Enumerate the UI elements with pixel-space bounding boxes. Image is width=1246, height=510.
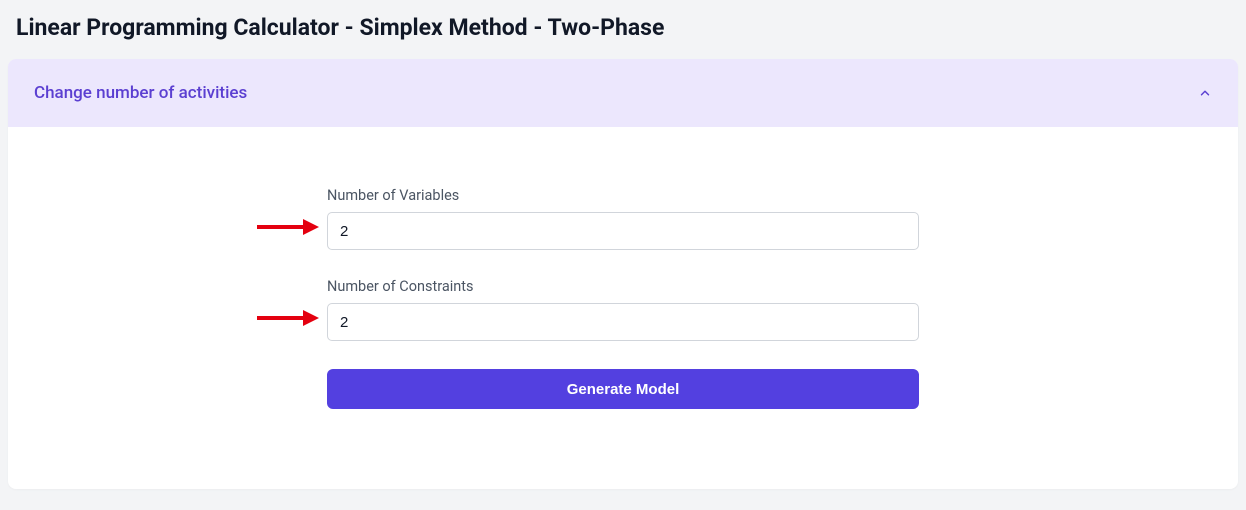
constraints-input[interactable] (327, 303, 919, 341)
constraints-label: Number of Constraints (327, 278, 919, 295)
constraints-group: Number of Constraints (327, 278, 919, 341)
variables-group: Number of Variables (327, 187, 919, 250)
settings-card: Change number of activities Number of Va… (8, 59, 1238, 489)
accordion-title: Change number of activities (34, 83, 247, 103)
accordion-body: Number of Variables Number of Constraint… (8, 127, 1238, 489)
variables-label: Number of Variables (327, 187, 919, 204)
chevron-up-icon (1198, 86, 1212, 100)
page-title: Linear Programming Calculator - Simplex … (0, 0, 1246, 59)
arrow-right-icon (255, 308, 319, 328)
form-container: Number of Variables Number of Constraint… (327, 187, 919, 409)
accordion-header[interactable]: Change number of activities (8, 59, 1238, 127)
variables-input[interactable] (327, 212, 919, 250)
generate-model-button[interactable]: Generate Model (327, 369, 919, 409)
arrow-right-icon (255, 217, 319, 237)
